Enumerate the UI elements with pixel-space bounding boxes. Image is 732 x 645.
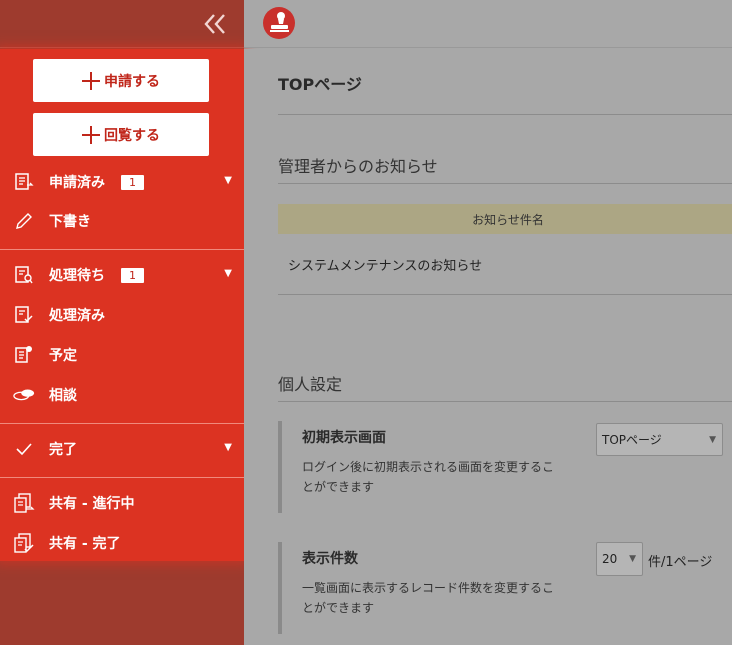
circulate-button[interactable]: 回覧する — [33, 113, 209, 156]
sidebar-item-pending[interactable]: 処理待ち 1 ▼ — [0, 258, 244, 292]
pencil-icon — [13, 210, 35, 232]
sidebar-item-shared-in-progress[interactable]: 共有 - 進行中 — [0, 486, 244, 520]
shared-documents-check-icon — [13, 532, 35, 554]
document-check-icon — [13, 304, 35, 326]
setting-description: ログイン後に初期表示される画面を変更することができます — [302, 460, 555, 494]
notice-section-title: 管理者からのお知らせ — [278, 157, 438, 176]
checkmark-icon — [13, 438, 35, 460]
setting-label: 表示件数 — [302, 551, 358, 567]
display-count-setting: 表示件数 一覧画面に表示するレコード件数を変更することができます 20 ▼ 件/… — [278, 542, 732, 634]
initial-screen-select[interactable]: TOPページ ▼ — [596, 423, 723, 456]
document-list-icon — [13, 171, 35, 193]
count-badge: 1 — [121, 174, 144, 190]
page-title: TOPページ — [278, 75, 362, 94]
sidebar-item-label: 処理待ち — [49, 268, 105, 284]
notice-row-link[interactable]: システムメンテナンスのお知らせ — [288, 255, 482, 274]
speech-bubbles-icon — [13, 384, 35, 406]
sidebar-item-label: 下書き — [49, 214, 91, 230]
sidebar-divider — [0, 477, 244, 478]
initial-screen-setting: 初期表示画面 ログイン後に初期表示される画面を変更することができます TOPペー… — [278, 421, 732, 513]
stamp-logo-icon[interactable] — [263, 7, 295, 39]
main-content: TOPページ 管理者からのお知らせ お知らせ件名 システムメンテナンスのお知らせ… — [244, 49, 732, 645]
circulate-button-label: 回覧する — [104, 127, 160, 144]
notice-table-header: お知らせ件名 — [278, 204, 732, 234]
sidebar-item-consult[interactable]: 相談 — [0, 378, 244, 412]
sidebar-divider — [0, 249, 244, 250]
sidebar-item-completed[interactable]: 完了 ▼ — [0, 432, 244, 466]
chevron-down-icon: ▼ — [709, 434, 716, 445]
select-value: 20 — [602, 552, 618, 566]
select-value: TOPページ — [602, 433, 662, 447]
caret-down-icon[interactable]: ▼ — [224, 442, 232, 453]
sidebar-item-processed[interactable]: 処理済み — [0, 298, 244, 332]
personal-settings-title: 個人設定 — [278, 375, 343, 394]
chevron-down-icon: ▼ — [629, 554, 636, 564]
sidebar-item-label: 完了 — [49, 442, 77, 458]
divider — [278, 114, 732, 115]
display-count-unit: 件/1ページ — [648, 555, 713, 570]
plus-icon — [82, 71, 100, 90]
sidebar-item-label: 予定 — [49, 348, 77, 364]
sidebar-item-label: 相談 — [49, 388, 77, 404]
setting-label: 初期表示画面 — [302, 430, 386, 446]
setting-accent-bar — [278, 542, 282, 634]
sidebar-menu: 申請する 回覧する 申請済み 1 ▼ 下書き 処理待ち 1 ▼ 処理済み 予定 … — [0, 49, 244, 561]
sidebar-item-shared-completed[interactable]: 共有 - 完了 — [0, 526, 244, 560]
sidebar: 申請する 回覧する 申請済み 1 ▼ 下書き 処理待ち 1 ▼ 処理済み 予定 … — [0, 0, 244, 645]
top-bar — [244, 0, 732, 48]
sidebar-item-label: 共有 - 完了 — [49, 536, 121, 552]
divider — [278, 183, 732, 184]
sidebar-divider — [0, 423, 244, 424]
divider — [278, 401, 732, 402]
shared-documents-icon — [13, 492, 35, 514]
sidebar-item-label: 共有 - 進行中 — [49, 496, 135, 512]
apply-button-label: 申請する — [104, 73, 160, 90]
display-count-select[interactable]: 20 ▼ — [596, 542, 643, 576]
collapse-sidebar-icon[interactable] — [202, 10, 228, 38]
caret-down-icon[interactable]: ▼ — [224, 175, 232, 186]
caret-down-icon[interactable]: ▼ — [224, 268, 232, 279]
column-header: お知らせ件名 — [472, 212, 544, 227]
sidebar-item-draft[interactable]: 下書き — [0, 204, 244, 238]
document-dot-icon — [13, 344, 35, 366]
plus-icon — [82, 125, 100, 144]
document-search-icon — [13, 264, 35, 286]
sidebar-item-applied[interactable]: 申請済み 1 ▼ — [0, 165, 244, 199]
setting-accent-bar — [278, 421, 282, 513]
sidebar-item-scheduled[interactable]: 予定 — [0, 338, 244, 372]
sidebar-item-label: 処理済み — [49, 308, 105, 324]
count-badge: 1 — [121, 267, 144, 283]
apply-button[interactable]: 申請する — [33, 59, 209, 102]
divider — [278, 294, 732, 295]
sidebar-header — [0, 0, 244, 48]
setting-description: 一覧画面に表示するレコード件数を変更することができます — [302, 581, 555, 615]
sidebar-item-label: 申請済み — [49, 175, 105, 191]
